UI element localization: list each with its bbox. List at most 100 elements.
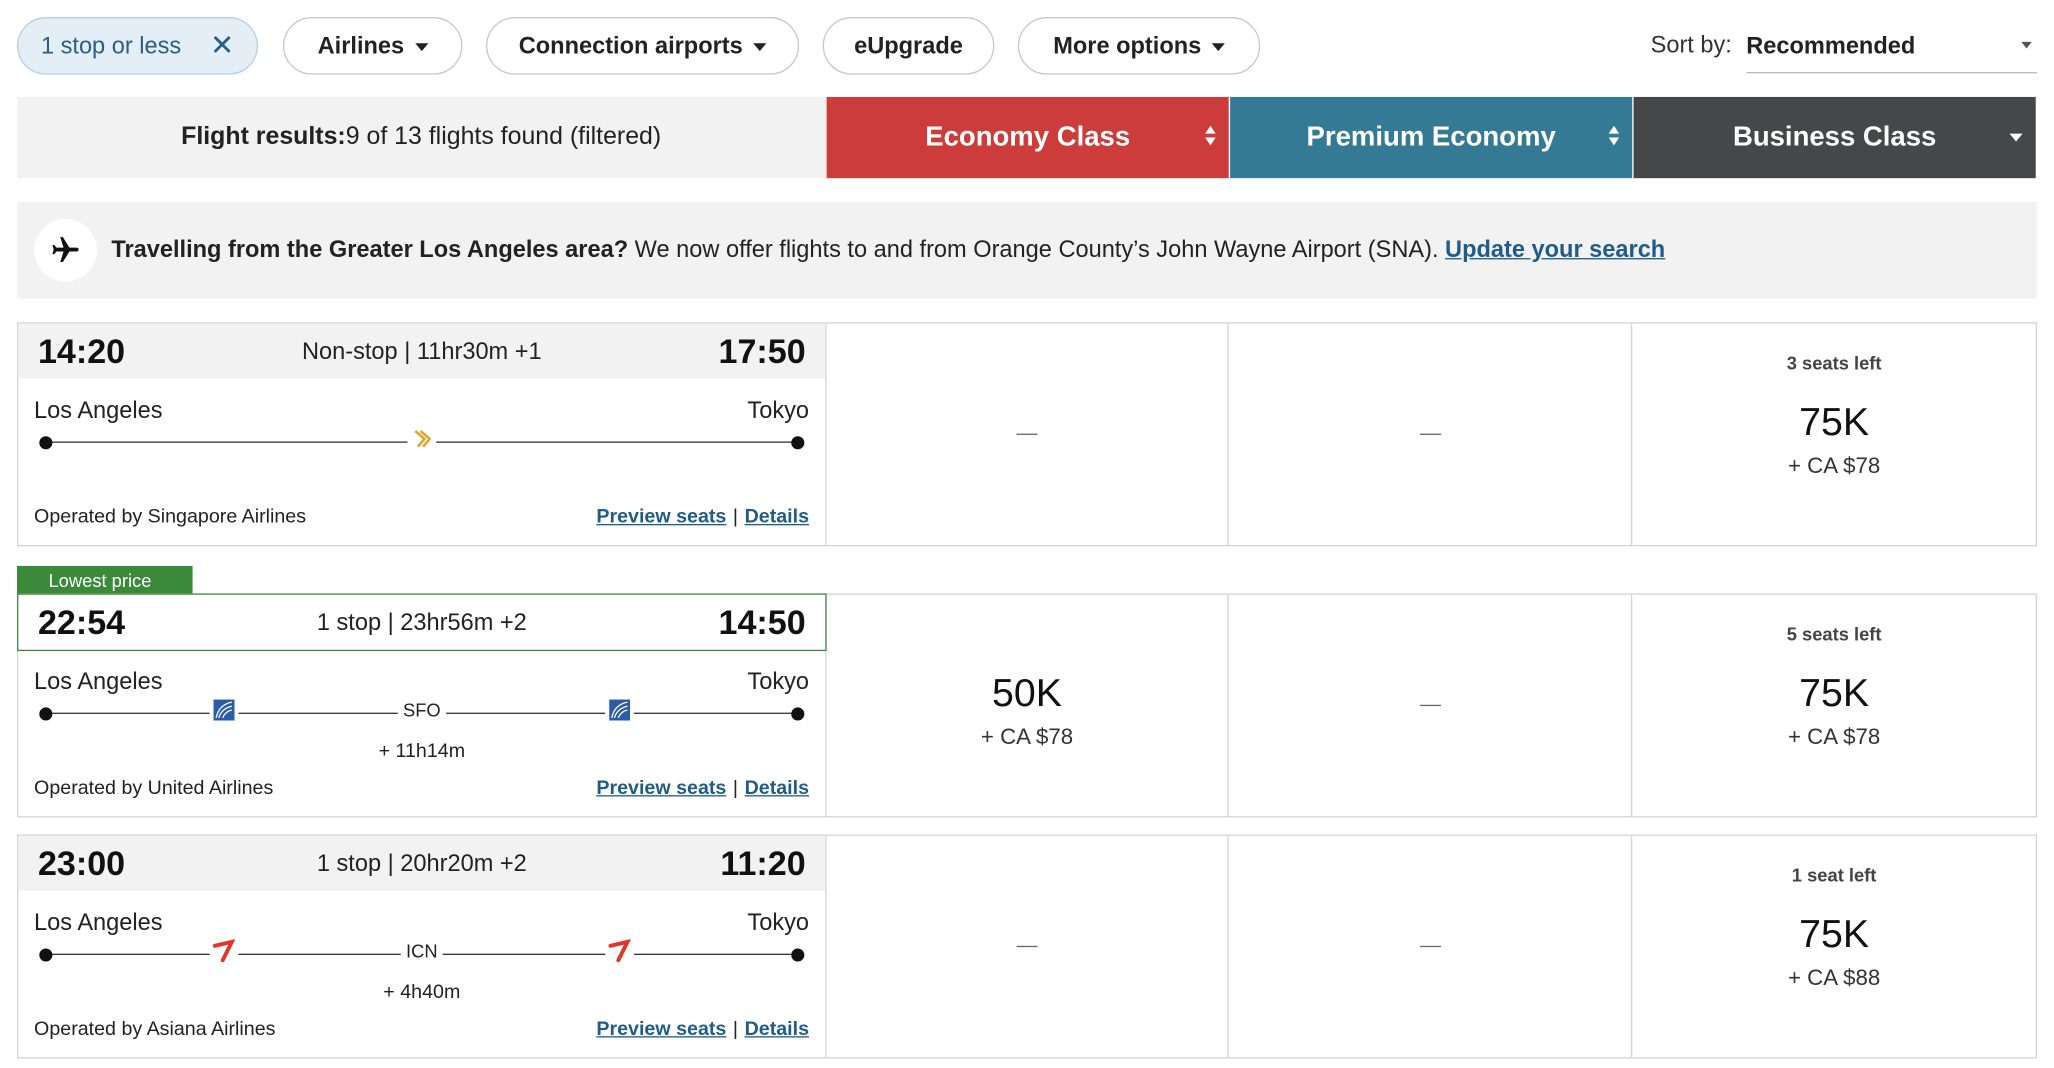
destination-city: Tokyo — [747, 909, 810, 936]
asiana-airlines-logo-icon — [605, 939, 635, 963]
connection-airports-label: Connection airports — [518, 32, 743, 59]
operated-by: Operated by Asiana Airlines — [34, 1017, 276, 1041]
premium-economy-sort-header[interactable]: Premium Economy — [1228, 96, 1633, 179]
preview-seats-link[interactable]: Preview seats — [596, 1018, 726, 1040]
details-link[interactable]: Details — [745, 1018, 809, 1040]
flight-links: Preview seats | Details — [596, 777, 809, 799]
unavailable-fare-dash — [1016, 945, 1038, 948]
details-link[interactable]: Details — [745, 506, 809, 528]
sort-arrows-icon — [1205, 125, 1216, 146]
flight-summary: Non-stop | 11hr30m +1 — [301, 337, 542, 365]
destination-city: Tokyo — [747, 668, 810, 695]
update-search-link[interactable]: Update your search — [1445, 236, 1665, 262]
sort-select[interactable]: Recommended — [1746, 21, 2038, 74]
flight-times-header: 22:54 1 stop | 23hr56m +2 14:50 — [17, 593, 827, 652]
results-count: 9 of 13 flights found (filtered) — [345, 123, 662, 151]
link-separator: | — [732, 505, 739, 528]
origin-dot — [39, 436, 53, 450]
arrival-time: 17:50 — [718, 331, 806, 371]
destination-dot — [791, 948, 805, 962]
layover-duration: + 4h40m — [383, 981, 461, 1004]
business-fare-cell[interactable]: 1 seat left 75K + CA $88 — [1633, 836, 2036, 1057]
flight-links: Preview seats | Details — [596, 506, 809, 528]
fare-points: 75K — [1799, 912, 1870, 956]
airlines-filter-label: Airlines — [317, 32, 405, 59]
eupgrade-filter-button[interactable]: eUpgrade — [822, 17, 995, 75]
eupgrade-label: eUpgrade — [854, 32, 963, 59]
unavailable-fare-dash — [1419, 945, 1441, 948]
flight-row: 23:00 1 stop | 20hr20m +2 11:20 Los Ange… — [17, 834, 2038, 1059]
fare-taxes: + CA $88 — [1787, 964, 1881, 990]
seats-left: 3 seats left — [1786, 352, 1882, 374]
layover-duration: + 11h14m — [378, 740, 466, 763]
link-separator: | — [732, 776, 739, 800]
fare-points: 50K — [992, 671, 1063, 715]
route-line — [39, 427, 805, 451]
flight-row: 22:54 1 stop | 23hr56m +2 14:50 Los Ange… — [17, 593, 2038, 818]
destination-city: Tokyo — [747, 396, 810, 424]
info-banner: Travelling from the Greater Los Angeles … — [17, 201, 2038, 299]
business-fare-cell[interactable]: 3 seats left 75K + CA $78 — [1633, 324, 2036, 545]
unavailable-fare-dash — [1419, 433, 1441, 435]
premium-economy-fare-cell — [1229, 323, 1633, 545]
seats-left: 5 seats left — [1786, 623, 1882, 645]
premium-economy-label: Premium Economy — [1306, 121, 1556, 152]
premium-economy-fare-cell — [1229, 594, 1633, 817]
banner-bold-text: Travelling from the Greater Los Angeles … — [111, 235, 629, 262]
destination-dot — [791, 707, 805, 721]
sort-arrows-icon — [1608, 125, 1620, 146]
sort-label: Sort by: — [1650, 31, 1732, 58]
stops-filter-label: 1 stop or less — [40, 32, 182, 59]
caret-down-icon — [1211, 43, 1225, 52]
operated-by: Operated by Singapore Airlines — [34, 505, 307, 528]
economy-fare-cell — [826, 835, 1230, 1058]
sort-control: Sort by: Recommended — [1650, 21, 2039, 74]
details-link[interactable]: Details — [745, 777, 809, 799]
business-fare-cell[interactable]: 5 seats left 75K + CA $78 — [1633, 595, 2036, 816]
origin-city: Los Angeles — [34, 909, 163, 936]
caret-down-icon — [414, 43, 428, 52]
economy-fare-cell[interactable]: 50K + CA $78 — [826, 594, 1230, 817]
filter-bar: 1 stop or less ✕ Airlines Connection air… — [17, 16, 2038, 76]
sort-value: Recommended — [1746, 32, 1916, 59]
economy-fare-cell — [826, 323, 1230, 545]
flight-summary: 1 stop | 20hr20m +2 — [316, 850, 527, 877]
lowest-price-badge: Lowest price — [17, 565, 193, 606]
preview-seats-link[interactable]: Preview seats — [596, 777, 726, 799]
route-line: ICN — [39, 939, 805, 963]
sort-down-icon — [2009, 133, 2023, 142]
fare-points: 75K — [1799, 400, 1870, 444]
stopover-airport: ICN — [400, 940, 443, 962]
origin-city: Los Angeles — [34, 668, 163, 695]
fare-taxes: + CA $78 — [980, 723, 1074, 749]
united-airlines-logo-icon — [209, 698, 238, 722]
operated-by: Operated by United Airlines — [34, 776, 274, 800]
flight-links: Preview seats | Details — [596, 1018, 809, 1040]
results-label: Flight results: — [181, 123, 346, 151]
business-class-sort-header[interactable]: Business Class — [1632, 96, 2036, 179]
airlines-filter-button[interactable]: Airlines — [282, 17, 463, 75]
stops-filter-chip[interactable]: 1 stop or less ✕ — [17, 17, 259, 75]
unavailable-fare-dash — [1016, 433, 1038, 435]
economy-class-sort-header[interactable]: Economy Class — [825, 96, 1229, 179]
caret-down-icon — [753, 43, 767, 52]
banner-text: We now offer flights to and from Orange … — [628, 235, 1446, 262]
fare-taxes: + CA $78 — [1787, 452, 1881, 478]
preview-seats-link[interactable]: Preview seats — [596, 506, 726, 528]
caret-down-icon — [2021, 41, 2032, 49]
business-class-label: Business Class — [1732, 121, 1937, 152]
flight-details: 23:00 1 stop | 20hr20m +2 11:20 Los Ange… — [18, 835, 827, 1058]
origin-city: Los Angeles — [34, 396, 163, 424]
flight-results-summary: Flight results: 9 of 13 flights found (fi… — [17, 96, 826, 179]
close-icon[interactable]: ✕ — [210, 31, 234, 60]
connection-airports-filter-button[interactable]: Connection airports — [486, 17, 800, 75]
results-header: Flight results: 9 of 13 flights found (fi… — [17, 96, 2037, 179]
route-line: SFO — [39, 698, 805, 722]
stopover-airport: SFO — [397, 699, 446, 721]
flight-row: 14:20 Non-stop | 11hr30m +1 17:50 Los An… — [17, 322, 2038, 547]
more-options-button[interactable]: More options — [1017, 17, 1261, 75]
seats-left: 1 seat left — [1791, 864, 1877, 886]
fare-taxes: + CA $78 — [1787, 723, 1881, 749]
arrival-time: 14:50 — [718, 602, 806, 642]
united-airlines-logo-icon — [605, 698, 635, 722]
